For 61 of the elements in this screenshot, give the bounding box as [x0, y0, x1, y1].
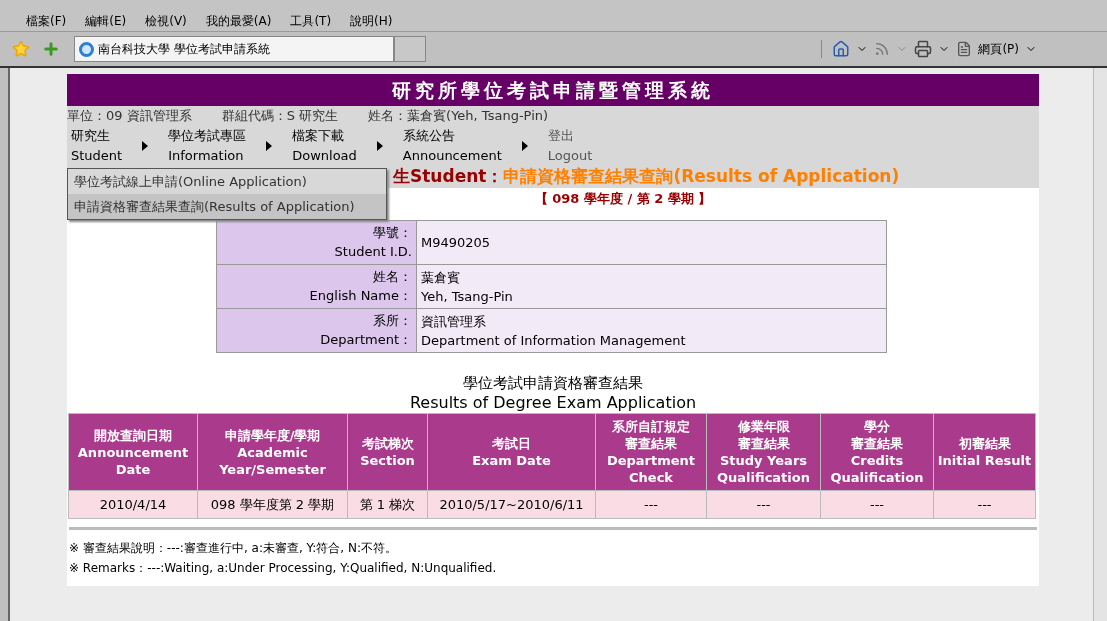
table-cell: 第 1 梯次 [347, 490, 428, 519]
menu-item[interactable]: 檢視(V) [145, 11, 187, 30]
term-label: 【 098 學年度 / 第 2 學期 】 [534, 190, 712, 209]
dropdown-menu-item[interactable]: 申請資格審查結果查詢(Results of Application) [68, 194, 386, 219]
feed-icon[interactable] [874, 41, 891, 57]
column-header: 開放查詢日期 Announcement Date [68, 413, 198, 491]
menu-item[interactable]: 編輯(E) [85, 11, 127, 30]
column-header: 系所自訂規定 審查結果 Department Check [595, 413, 707, 491]
browser-logo-icon [79, 41, 94, 57]
arrow-icon [142, 141, 149, 151]
table-cell: 098 學年度第 2 學期 [197, 490, 348, 519]
page-title: 研究所學位考試申請暨管理系統 [67, 74, 1039, 106]
column-header: 修業年限 審查結果 Study Years Qualification [706, 413, 821, 491]
user-info-text: 姓名：葉倉賓(Yeh, Tsang-Pin) [368, 107, 549, 126]
dropdown-menu-item[interactable]: 學位考試線上申請(Online Application) [68, 169, 386, 194]
table-cell: --- [595, 490, 707, 519]
menu-item[interactable]: 我的最愛(A) [205, 11, 272, 30]
menu-item[interactable]: 說明(H) [350, 11, 393, 30]
column-header: 初審結果 Initial Result [933, 413, 1036, 491]
info-value: 資訊管理系 Department of Information Management [417, 309, 886, 352]
info-value: 葉倉賓 Yeh, Tsang-Pin [417, 265, 886, 308]
results-title: 學位考試申請資格審查結果 [463, 373, 643, 393]
table-cell: 2010/4/14 [68, 490, 198, 519]
table-cell: 2010/5/17~2010/6/11 [427, 490, 596, 519]
info-label: 學號： Student I.D. [217, 221, 416, 264]
column-header: 申請學年度/學期 Academic Year/Semester [197, 413, 348, 491]
favorites-star-icon[interactable] [12, 40, 30, 58]
page-menu-button[interactable]: 網頁(P) [978, 40, 1019, 58]
info-label: 系所： Department： [217, 309, 416, 352]
table-cell: --- [820, 490, 934, 519]
info-label: 姓名： English Name： [217, 265, 416, 308]
new-tab-button[interactable] [394, 36, 426, 62]
nav-menu-item[interactable]: 系統公告 Announcement [402, 126, 502, 166]
arrow-icon [521, 141, 528, 151]
section-label: 生Student： [393, 165, 504, 189]
page-icon[interactable] [956, 41, 973, 57]
print-icon[interactable] [914, 40, 933, 58]
table-cell: --- [706, 490, 821, 519]
results-title: Results of Degree Exam Application [409, 393, 697, 413]
scrollbar[interactable] [1093, 68, 1107, 621]
nav-menu-item[interactable]: 學位考試專區 Information [168, 126, 247, 166]
home-icon[interactable] [832, 40, 851, 58]
browser-tab[interactable]: 南台科技大學 學位考試申請系統 [74, 36, 394, 62]
arrow-icon [266, 141, 273, 151]
remark-text: ※ Remarks：---:Waiting, a:Under Processing, Y:Qualified, N:Unqualified. [69, 560, 498, 577]
table-cell: --- [933, 490, 1036, 519]
menu-item[interactable]: 工具(T) [290, 11, 332, 30]
page-heading: 申請資格審查結果查詢(Results of Application) [503, 165, 900, 189]
column-header: 學分 審查結果 Credits Qualification [820, 413, 934, 491]
nav-menu-item[interactable]: 研究生 Student [71, 126, 123, 166]
menu-item[interactable]: 檔案(F) [26, 11, 67, 30]
add-favorite-icon[interactable] [42, 40, 60, 58]
user-info-text: 單位：09 資訊管理系 [67, 107, 192, 126]
column-header: 考試日 Exam Date [427, 413, 596, 491]
user-info-text: 群組代碼：S 研究生 [221, 107, 339, 126]
nav-menu-item[interactable]: 登出 Logout [547, 126, 593, 166]
column-header: 考試梯次 Section [347, 413, 428, 491]
arrow-icon [376, 141, 383, 151]
nav-menu-item[interactable]: 檔案下載 Download [292, 126, 357, 166]
info-value: M9490205 [417, 221, 886, 264]
remark-text: ※ 審查結果說明：---:審查進行中, a:未審查, Y:符合, N:不符。 [69, 540, 398, 557]
